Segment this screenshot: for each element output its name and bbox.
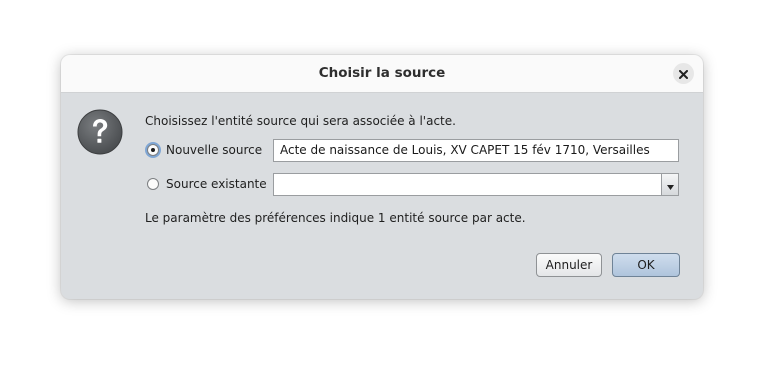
new-source-label[interactable]: Nouvelle source — [166, 143, 262, 157]
ok-button[interactable]: OK — [612, 253, 680, 277]
dialog-title: Choisir la source — [318, 65, 446, 81]
choose-source-dialog: Choisir la source Choisissez l'entité so… — [61, 55, 703, 299]
new-source-field[interactable]: Acte de naissance de Louis, XV CAPET 15 … — [273, 139, 679, 162]
question-icon — [77, 109, 123, 155]
prompt-text: Choisissez l'entité source qui sera asso… — [145, 114, 456, 128]
close-button[interactable] — [673, 63, 694, 84]
chevron-down-icon — [666, 175, 674, 194]
existing-source-select[interactable] — [273, 173, 679, 196]
preferences-info-text: Le paramètre des préférences indique 1 e… — [145, 211, 526, 225]
existing-source-label[interactable]: Source existante — [166, 177, 267, 191]
dropdown-arrow-button[interactable] — [661, 174, 678, 195]
new-source-radio[interactable] — [147, 144, 159, 156]
cancel-button[interactable]: Annuler — [536, 253, 602, 277]
existing-source-radio[interactable] — [147, 178, 159, 190]
close-icon — [679, 64, 688, 83]
dialog-titlebar: Choisir la source — [61, 55, 703, 93]
